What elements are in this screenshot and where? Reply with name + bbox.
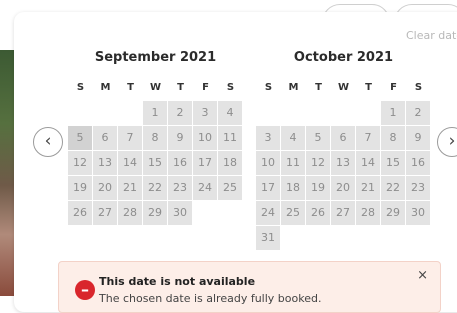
calendar-day[interactable]: 26 xyxy=(306,201,330,225)
calendar-day[interactable]: 3 xyxy=(256,126,280,150)
weekday-label: T xyxy=(127,82,134,93)
chevron-left-icon: ‹ xyxy=(44,131,52,151)
alert-title: This date is not available xyxy=(99,275,256,288)
alert-message: The chosen date is already fully booked. xyxy=(99,292,322,305)
calendar-day[interactable]: 18 xyxy=(218,151,242,175)
calendar-day[interactable]: 4 xyxy=(218,101,242,125)
calendar-day[interactable]: 31 xyxy=(256,226,280,250)
calendar-day[interactable]: 24 xyxy=(193,176,217,200)
calendar-day[interactable]: 1 xyxy=(143,101,167,125)
weekday-label: S xyxy=(226,82,235,93)
calendar-day[interactable]: 1 xyxy=(381,101,405,125)
weekday-label: M xyxy=(100,82,111,93)
calendar-day[interactable]: 11 xyxy=(218,126,242,150)
calendar-day[interactable]: 2 xyxy=(406,101,430,125)
calendar-day[interactable]: 23 xyxy=(168,176,192,200)
calendar-day[interactable]: 13 xyxy=(93,151,117,175)
calendar-day[interactable]: 25 xyxy=(281,201,305,225)
calendar-day[interactable]: 8 xyxy=(143,126,167,150)
unavailable-date-alert: – This date is not available The chosen … xyxy=(58,261,441,313)
chevron-right-icon: › xyxy=(448,131,456,151)
background-photo xyxy=(0,50,14,296)
calendar-day[interactable]: 13 xyxy=(331,151,355,175)
calendar-day[interactable]: 21 xyxy=(356,176,380,200)
calendar-day[interactable]: 27 xyxy=(93,201,117,225)
calendar-day[interactable]: 4 xyxy=(281,126,305,150)
calendar-day[interactable]: 17 xyxy=(193,151,217,175)
calendar-day[interactable]: 29 xyxy=(143,201,167,225)
calendar-day[interactable]: 10 xyxy=(256,151,280,175)
calendar-day[interactable]: 16 xyxy=(406,151,430,175)
calendar-day[interactable]: 29 xyxy=(381,201,405,225)
calendar-day[interactable]: 12 xyxy=(68,151,92,175)
month-title-september: September 2021 xyxy=(94,50,217,65)
calendar-day[interactable]: 6 xyxy=(331,126,355,150)
prev-month-button[interactable]: ‹ xyxy=(33,127,63,157)
calendar-day[interactable]: 22 xyxy=(143,176,167,200)
calendar-day[interactable]: 20 xyxy=(331,176,355,200)
calendar-day[interactable]: 25 xyxy=(218,176,242,200)
calendar-day[interactable]: 19 xyxy=(306,176,330,200)
calendar-day[interactable]: 9 xyxy=(168,126,192,150)
weekday-label: T xyxy=(315,82,322,93)
weekday-label: W xyxy=(337,82,350,93)
calendar-day[interactable]: 21 xyxy=(118,176,142,200)
calendar-day[interactable]: 15 xyxy=(143,151,167,175)
calendar-day[interactable]: 28 xyxy=(118,201,142,225)
weekday-label: F xyxy=(202,82,209,93)
error-icon: – xyxy=(75,280,95,300)
calendar-day[interactable]: 10 xyxy=(193,126,217,150)
calendar-day[interactable]: 23 xyxy=(406,176,430,200)
weekday-label: F xyxy=(390,82,397,93)
calendar-day[interactable]: 7 xyxy=(118,126,142,150)
weekday-label: S xyxy=(76,82,85,93)
calendar-day[interactable]: 14 xyxy=(118,151,142,175)
calendar-day[interactable]: 18 xyxy=(281,176,305,200)
close-icon[interactable]: × xyxy=(417,268,428,283)
weekday-label: T xyxy=(177,82,184,93)
calendar-day[interactable]: 24 xyxy=(256,201,280,225)
calendar-day[interactable]: 5 xyxy=(68,126,92,150)
calendar-day[interactable]: 7 xyxy=(356,126,380,150)
clear-dates-button[interactable]: Clear dates xyxy=(406,29,457,42)
calendar-day[interactable]: 30 xyxy=(406,201,430,225)
calendar-day[interactable]: 15 xyxy=(381,151,405,175)
calendar-day[interactable]: 17 xyxy=(256,176,280,200)
weekday-label: W xyxy=(149,82,162,93)
calendar-day[interactable]: 12 xyxy=(306,151,330,175)
calendar-day[interactable]: 20 xyxy=(93,176,117,200)
weekday-label: M xyxy=(288,82,299,93)
calendar-day[interactable]: 30 xyxy=(168,201,192,225)
month-title-october: October 2021 xyxy=(293,50,394,65)
calendar-day[interactable]: 19 xyxy=(68,176,92,200)
weekday-label: S xyxy=(264,82,273,93)
calendar-day[interactable]: 9 xyxy=(406,126,430,150)
calendar-day[interactable]: 11 xyxy=(281,151,305,175)
calendar-day[interactable]: 8 xyxy=(381,126,405,150)
calendar-day[interactable]: 6 xyxy=(93,126,117,150)
calendar-day[interactable]: 5 xyxy=(306,126,330,150)
calendar-day[interactable]: 27 xyxy=(331,201,355,225)
calendar-day[interactable]: 28 xyxy=(356,201,380,225)
calendar-day[interactable]: 14 xyxy=(356,151,380,175)
weekday-label: S xyxy=(414,82,423,93)
calendar-day[interactable]: 2 xyxy=(168,101,192,125)
calendar-day[interactable]: 26 xyxy=(68,201,92,225)
calendar-day[interactable]: 3 xyxy=(193,101,217,125)
weekday-label: T xyxy=(365,82,372,93)
calendar-day[interactable]: 16 xyxy=(168,151,192,175)
calendar-day[interactable]: 22 xyxy=(381,176,405,200)
